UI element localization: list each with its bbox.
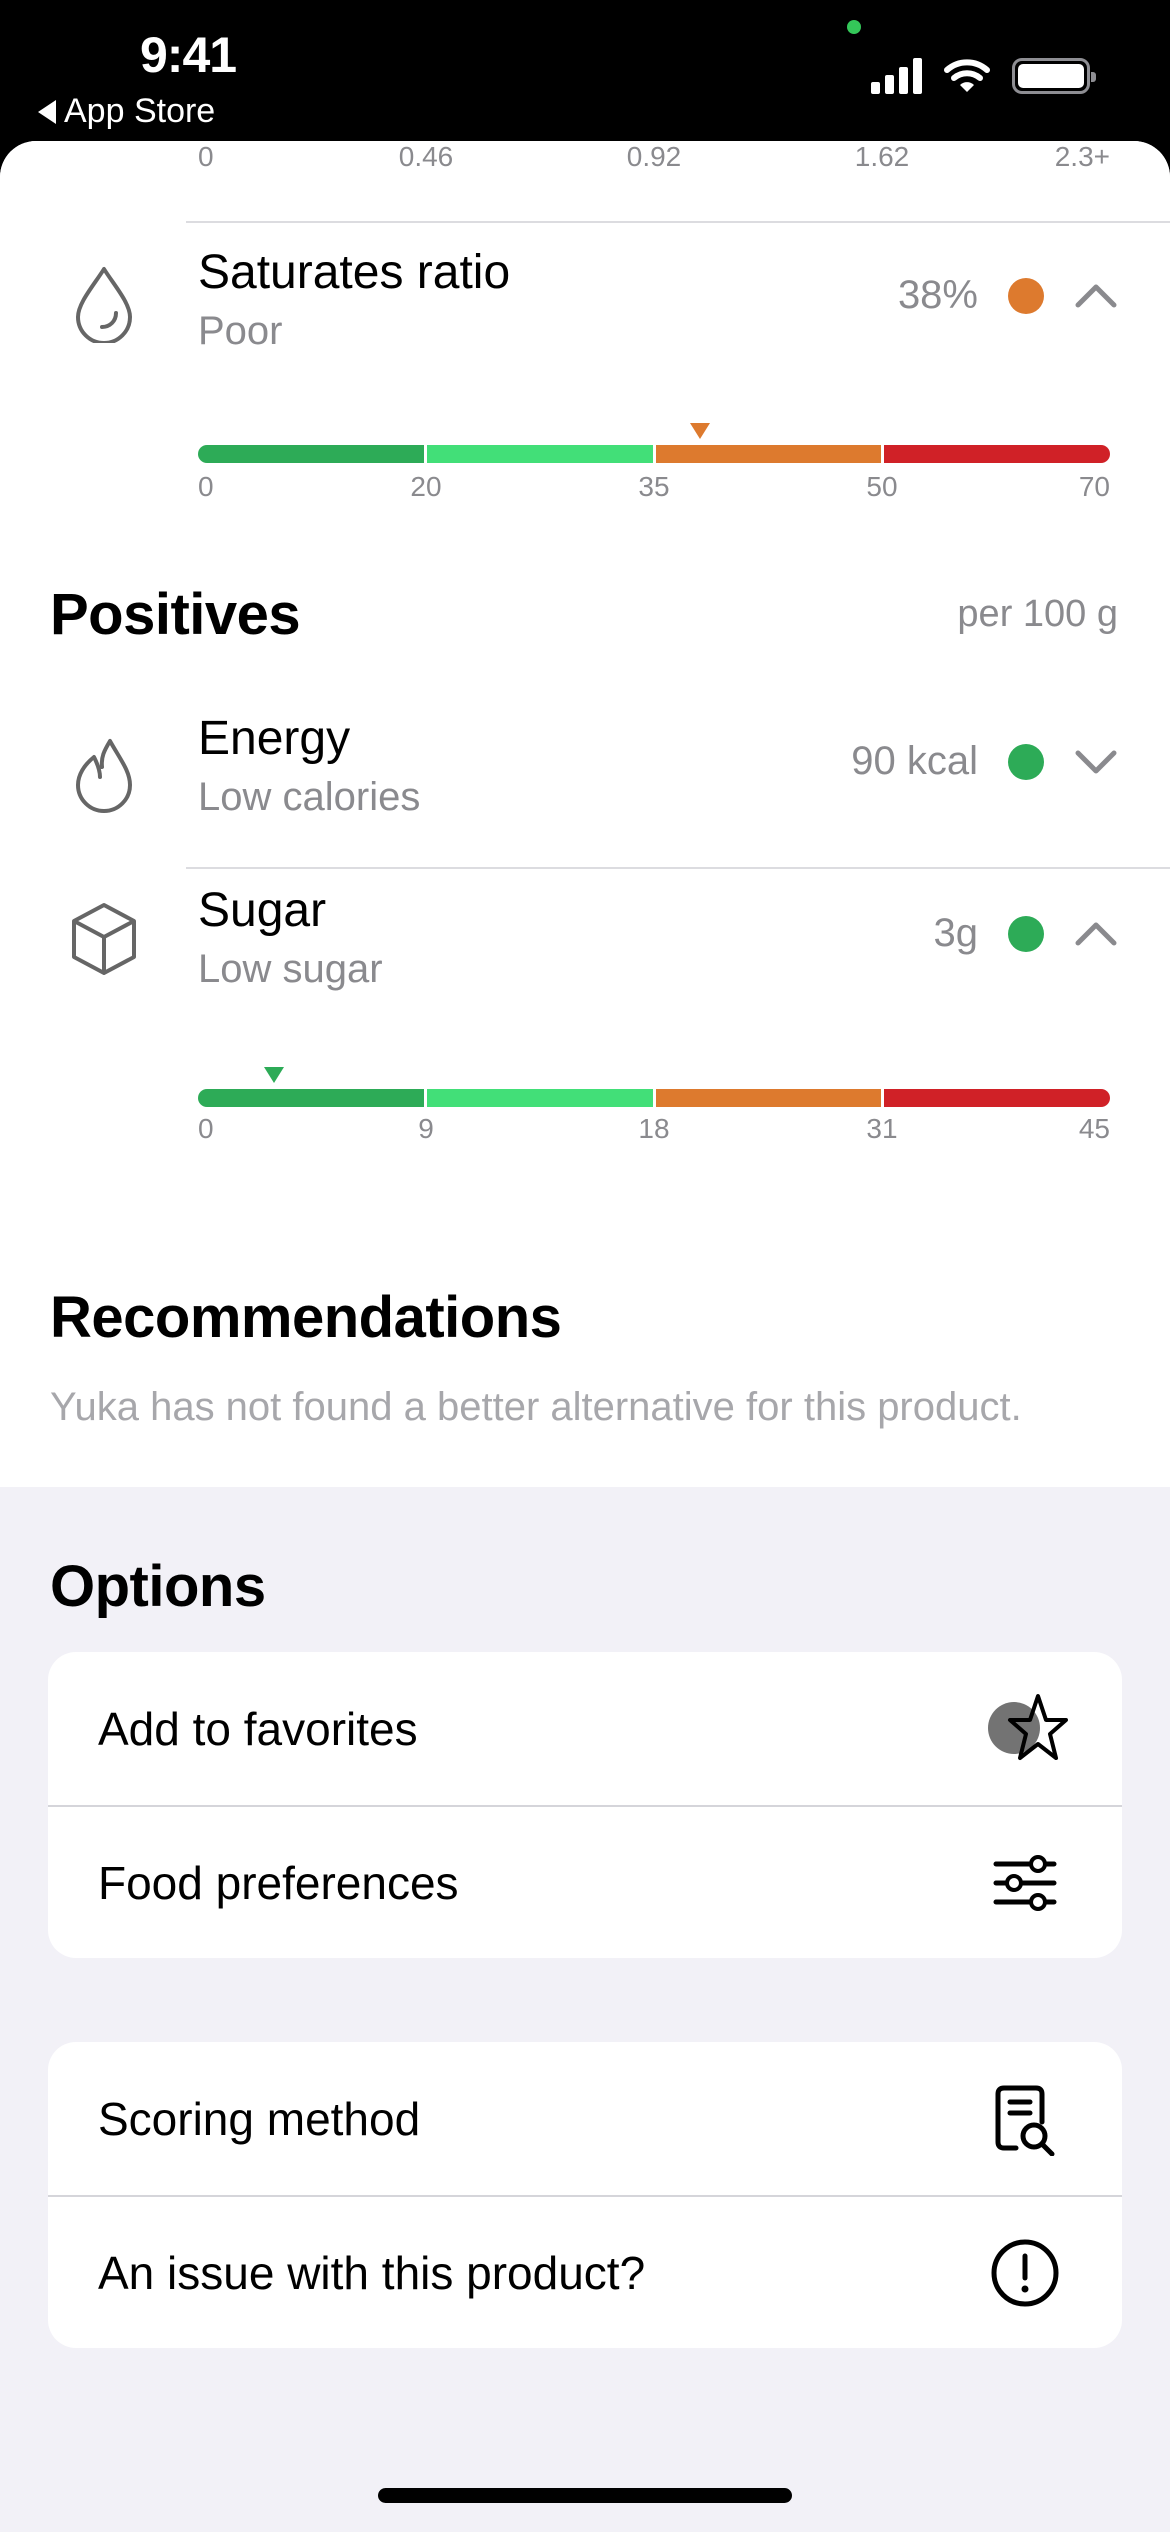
gauge-bar [198, 1089, 1110, 1107]
tick-label: 0 [198, 471, 214, 502]
flame-icon [76, 739, 132, 813]
tick-label: 0.92 [626, 141, 682, 172]
gauge-segment [198, 1089, 424, 1107]
document-search-icon [995, 2085, 1055, 2156]
exclamation-circle-icon [991, 2239, 1059, 2306]
previous-gauge-ticks: 0 0.46 0.92 1.62 2.3+ [198, 141, 1110, 177]
per-100g-label: per 100 g [957, 593, 1118, 635]
chevron-down-icon[interactable] [1074, 747, 1118, 777]
status-dot [1008, 277, 1044, 314]
back-triangle-icon [38, 99, 56, 124]
tick-label: 0.46 [398, 141, 454, 172]
nutrient-title: Sugar [198, 884, 327, 937]
scoring-method-button[interactable]: Scoring method [48, 2042, 1122, 2195]
nutrient-subtitle: Poor [198, 309, 283, 353]
tick-label: 35 [638, 471, 670, 502]
status-bar: 9:41 App Store [0, 0, 1170, 145]
tick-label: 50 [866, 471, 898, 502]
nutrition-panel: 0 0.46 0.92 1.62 2.3+ Saturates ratio Po… [0, 141, 1170, 1487]
tick-label: 9 [418, 1113, 434, 1144]
nutrient-row-saturates[interactable]: Saturates ratio Poor 38% [0, 223, 1170, 373]
signal-icon [871, 58, 922, 94]
wifi-icon [944, 59, 990, 92]
nutrient-title: Energy [198, 712, 351, 765]
tick-label: 45 [1078, 1113, 1110, 1144]
product-sheet: 0 0.46 0.92 1.62 2.3+ Saturates ratio Po… [0, 141, 1170, 2532]
sliders-icon [993, 1854, 1057, 1911]
tick-label: 2.3+ [1054, 141, 1110, 172]
options-card-primary: Add to favorites Food preferences [48, 1652, 1122, 1958]
nutrient-subtitle: Low sugar [198, 947, 383, 991]
option-label: An issue with this product? [98, 2246, 646, 2299]
status-time: 9:41 [140, 27, 237, 83]
gauge-marker [264, 1067, 284, 1083]
sugar-cube-icon [72, 903, 136, 975]
tick-label: 18 [638, 1113, 670, 1144]
option-label: Add to favorites [98, 1702, 418, 1755]
nutrient-summary: 38% [898, 273, 1118, 318]
star-icon-wrap [988, 1692, 1068, 1766]
gauge-segment [423, 445, 653, 463]
drop-icon [76, 267, 132, 343]
tick-label: 0 [198, 141, 214, 172]
gauge-segment [423, 1089, 653, 1107]
home-indicator[interactable] [378, 2488, 792, 2503]
gauge-segment [652, 445, 882, 463]
status-dot [1008, 743, 1044, 780]
nutrient-summary: 90 kcal [851, 739, 1118, 784]
back-label: App Store [64, 92, 216, 130]
gauge-segment [881, 445, 1110, 463]
tick-label: 70 [1078, 471, 1110, 502]
tick-label: 1.62 [854, 141, 910, 172]
nutrient-value: 38% [897, 273, 978, 317]
nutrient-value: 90 kcal [851, 739, 978, 783]
nutrient-value: 3g [933, 911, 979, 955]
chevron-up-icon[interactable] [1074, 281, 1118, 311]
report-issue-button[interactable]: An issue with this product? [48, 2195, 1122, 2348]
star-icon [1008, 1693, 1068, 1760]
nutrient-row-sugar[interactable]: Sugar Low sugar 3g [0, 869, 1170, 1019]
nutrient-subtitle: Low calories [198, 775, 421, 819]
nutrient-title: Saturates ratio [198, 246, 511, 299]
add-to-favorites-button[interactable]: Add to favorites [48, 1652, 1122, 1805]
gauge-marker [689, 423, 710, 439]
tick-label: 0 [198, 1113, 214, 1144]
option-label: Scoring method [98, 2092, 421, 2145]
nutrient-row-energy[interactable]: Energy Low calories 90 kcal [0, 701, 1170, 851]
gauge-segment [652, 1089, 882, 1107]
options-card-secondary: Scoring method An issue with this produc… [48, 2042, 1122, 2348]
positives-title: Positives [50, 582, 301, 647]
options-title: Options [50, 1554, 266, 1619]
option-label: Food preferences [98, 1856, 459, 1909]
battery-icon [1012, 58, 1096, 94]
back-to-app-store[interactable]: App Store [38, 92, 215, 131]
tick-label: 31 [866, 1113, 898, 1144]
camera-indicator [847, 20, 861, 34]
chevron-up-icon[interactable] [1074, 919, 1118, 949]
tick-label: 20 [410, 471, 442, 502]
recommendations-text: Yuka has not found a better alternative … [50, 1385, 1022, 1429]
gauge-ticks: 0 9 18 31 45 [198, 1113, 1110, 1149]
gauge-segment [198, 445, 424, 463]
status-dot [1008, 915, 1044, 952]
status-icons [871, 58, 1096, 94]
recommendations-title: Recommendations [50, 1285, 562, 1350]
gauge-segment [881, 1089, 1110, 1107]
gauge-ticks: 0 20 35 50 70 [198, 471, 1110, 507]
nutrient-summary: 3g [934, 911, 1119, 956]
gauge-bar [198, 445, 1110, 463]
food-preferences-button[interactable]: Food preferences [48, 1805, 1122, 1958]
